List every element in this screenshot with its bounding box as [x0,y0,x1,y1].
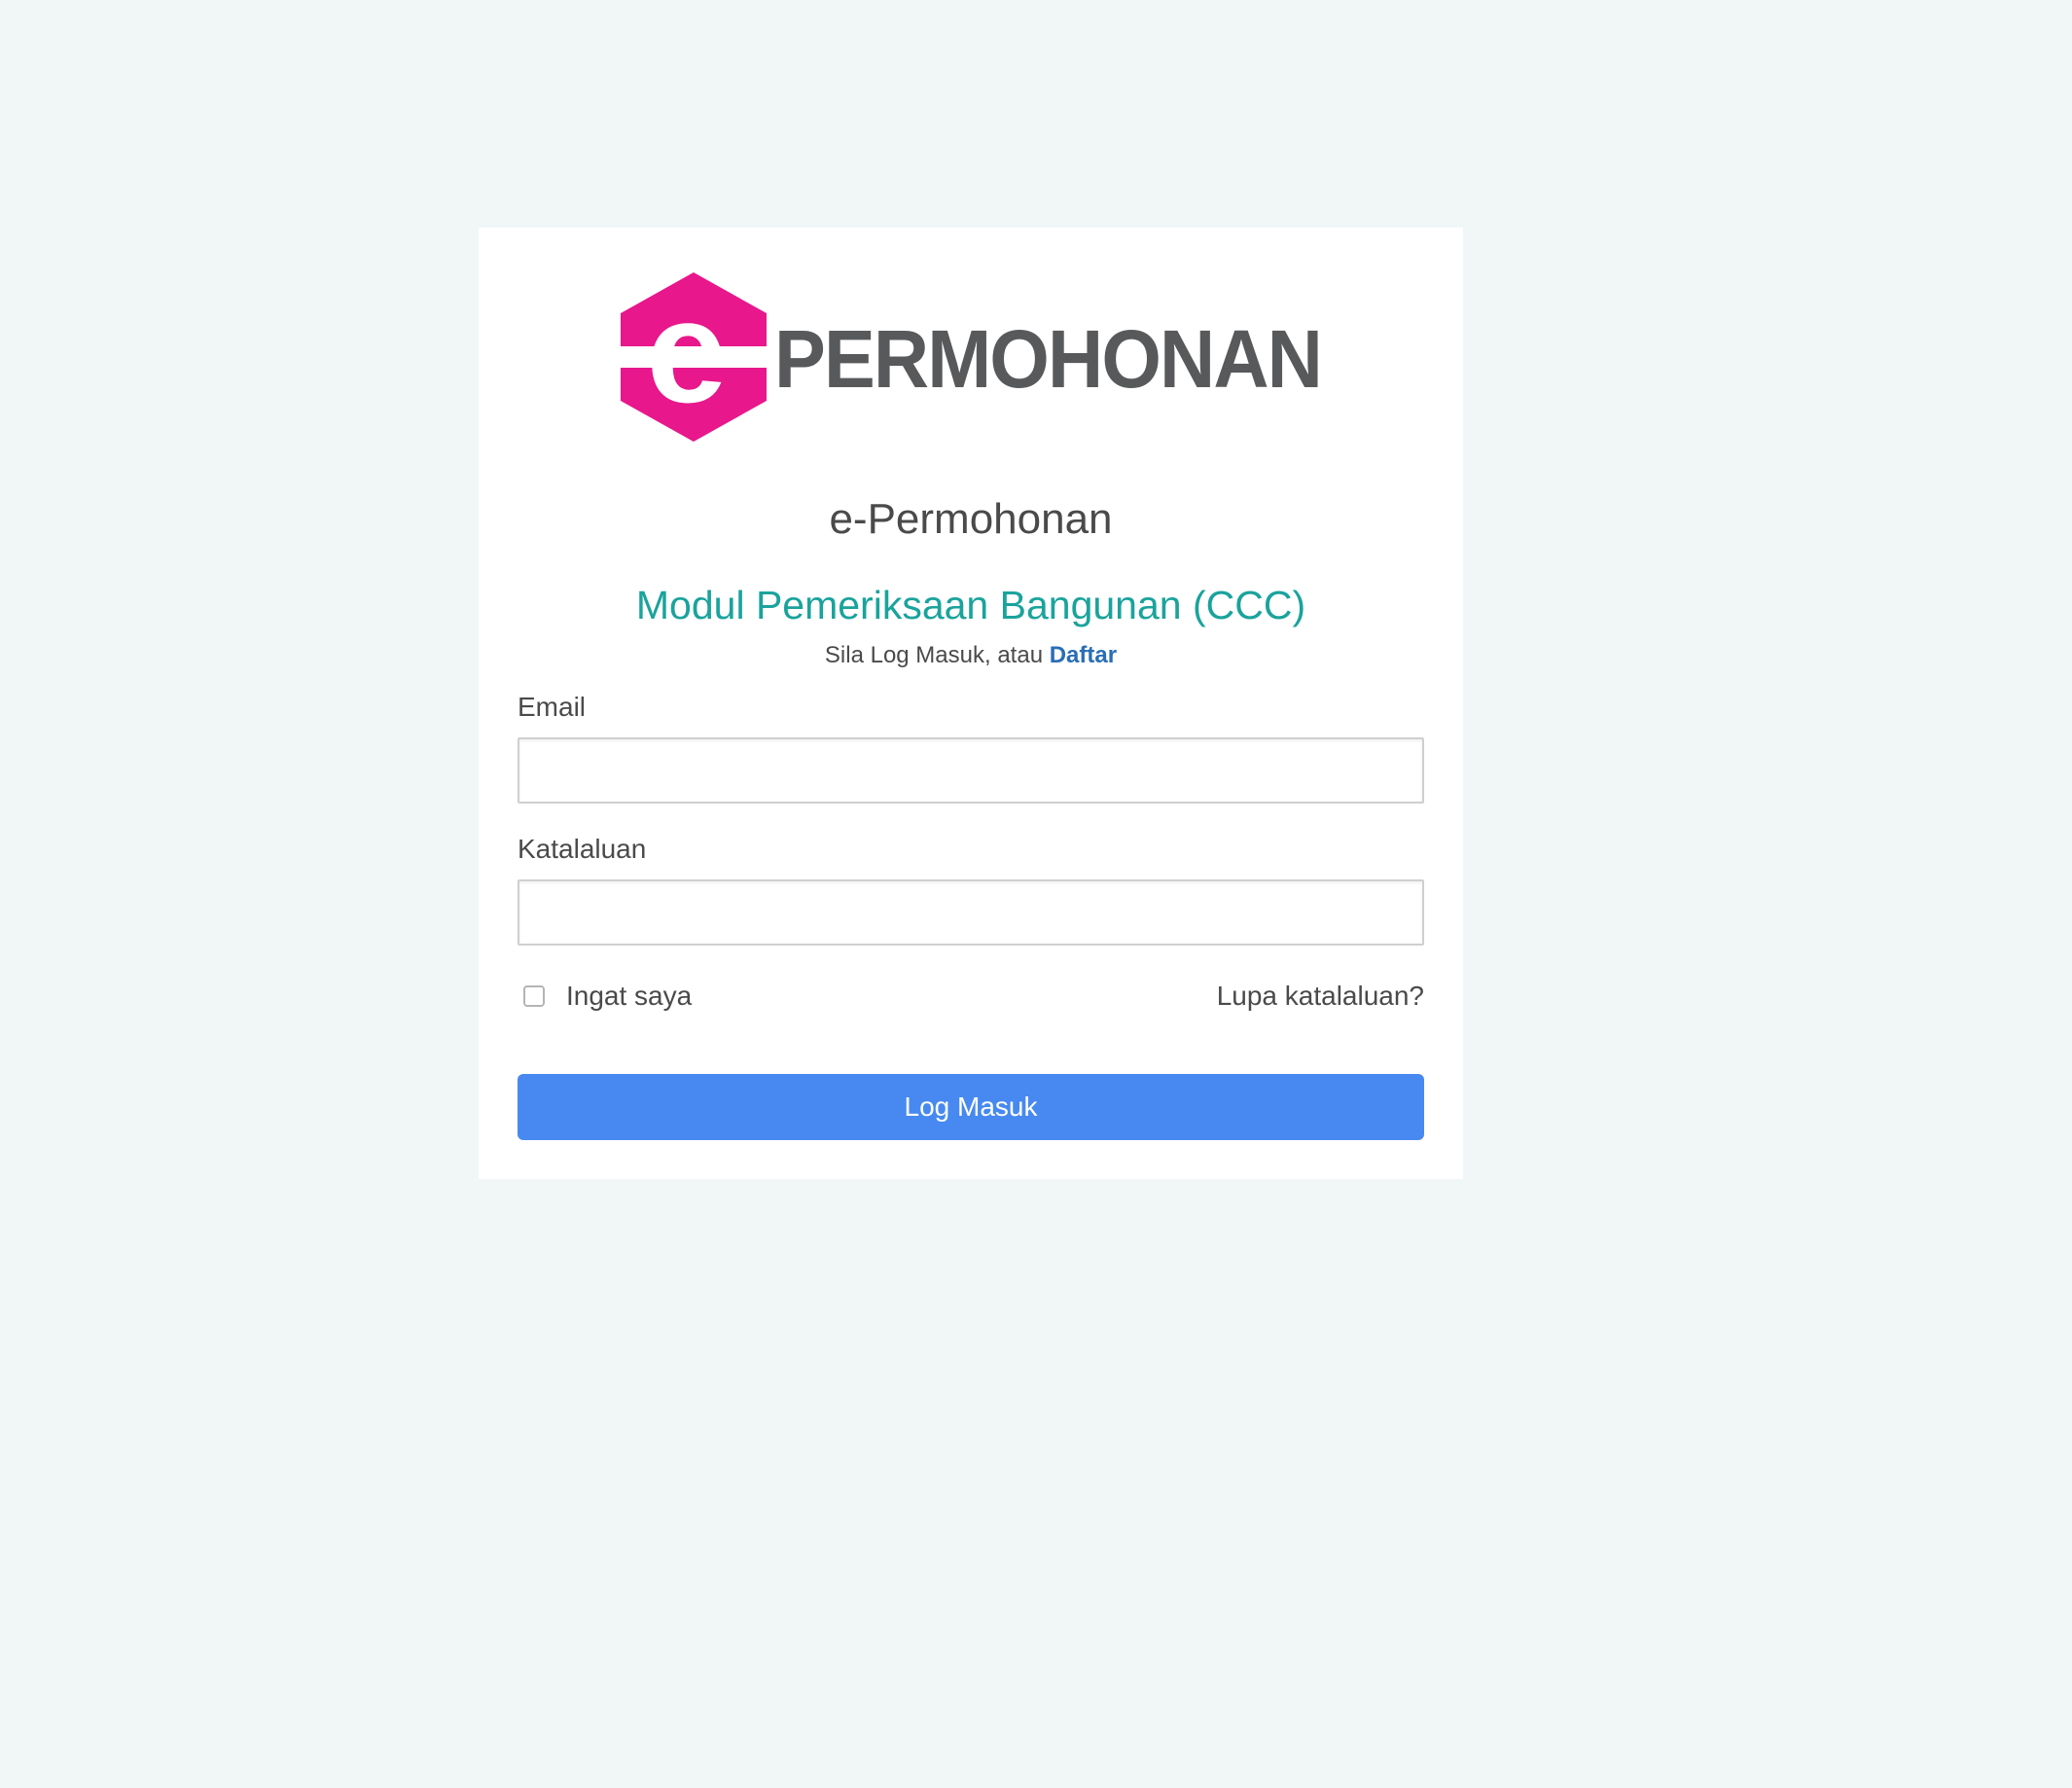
subtitle-text: Sila Log Masuk, atau [824,642,1044,668]
epermohonan-logo: e PERMOHONAN [621,268,1331,446]
remember-checkbox[interactable] [523,985,545,1007]
forgot-password-link[interactable]: Lupa katalaluan? [1217,977,1424,1016]
password-field[interactable] [518,879,1424,946]
email-field[interactable] [518,737,1424,804]
logo-wordmark: PERMOHONAN [774,313,1321,405]
login-subtitle: Sila Log Masuk, atau Daftar [479,640,1463,671]
remember-label: Ingat saya [566,981,693,1011]
logo-letter: e [646,269,727,433]
email-label: Email [518,692,587,722]
login-card: e PERMOHONAN e-Permohonan Modul Pemeriks… [479,228,1463,1179]
app-title: e-Permohonan [829,495,1113,543]
module-title: Modul Pemeriksaan Bangunan (CCC) [635,583,1306,627]
login-button[interactable]: Log Masuk [518,1074,1424,1140]
register-link[interactable]: Daftar [1050,642,1117,668]
password-label: Katalaluan [518,834,647,864]
remember-me[interactable]: Ingat saya [523,977,692,1016]
